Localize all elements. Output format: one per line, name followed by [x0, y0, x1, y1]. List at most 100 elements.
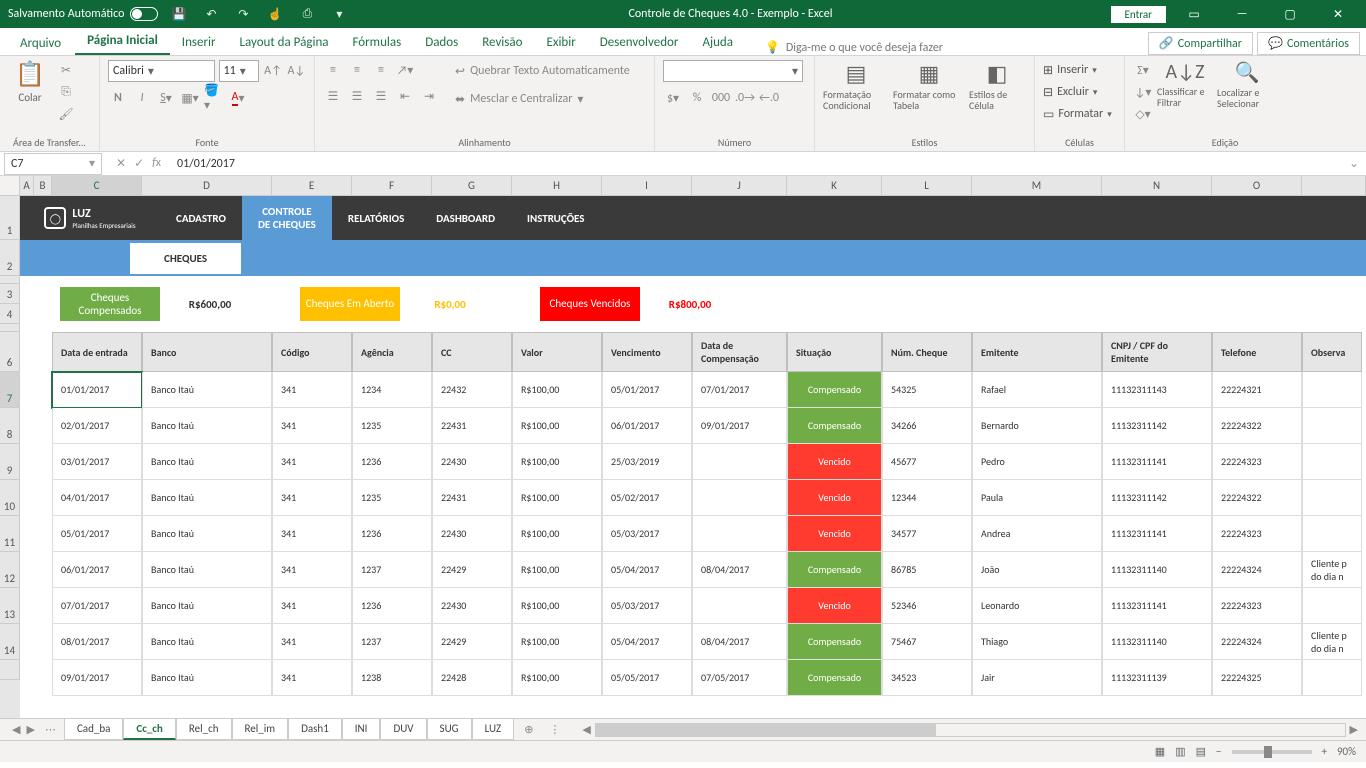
th-banco[interactable]: Banco: [142, 332, 272, 372]
row-header[interactable]: [0, 660, 20, 680]
italic-icon[interactable]: I: [132, 88, 152, 108]
cell-num[interactable]: 34577: [882, 516, 972, 552]
cell-obs[interactable]: [1302, 660, 1362, 696]
decrease-font-icon[interactable]: A↓: [287, 61, 306, 81]
cell-ag[interactable]: 1236: [352, 516, 432, 552]
nav-controle-cheques[interactable]: CONTROLE DE CHEQUES: [242, 196, 332, 240]
cell-sit[interactable]: Compensado: [787, 408, 882, 444]
cell-v[interactable]: R$100,00: [512, 516, 602, 552]
cell-cc[interactable]: 22429: [432, 624, 512, 660]
col-header[interactable]: [1302, 176, 1366, 195]
col-header[interactable]: F: [352, 176, 432, 195]
fx-icon[interactable]: fx: [152, 156, 161, 171]
cell-v[interactable]: R$100,00: [512, 588, 602, 624]
increase-font-icon[interactable]: A↑: [263, 61, 282, 81]
cell-d[interactable]: 04/01/2017: [52, 480, 142, 516]
tab-file[interactable]: Arquivo: [6, 32, 75, 55]
cell-cod[interactable]: 341: [272, 516, 352, 552]
cell-v[interactable]: R$100,00: [512, 624, 602, 660]
tab-data[interactable]: Dados: [413, 31, 470, 55]
cell-venc[interactable]: 05/03/2017: [602, 588, 692, 624]
cell-d[interactable]: 03/01/2017: [52, 444, 142, 480]
tab-help[interactable]: Ajuda: [690, 31, 745, 55]
col-header[interactable]: O: [1212, 176, 1302, 195]
cancel-icon[interactable]: ✕: [116, 156, 126, 171]
th-emitente[interactable]: Emitente: [972, 332, 1102, 372]
cell-venc[interactable]: 05/05/2017: [602, 660, 692, 696]
font-size-combo[interactable]: 11▾: [219, 60, 260, 82]
th-data-entrada[interactable]: Data de entrada: [52, 332, 142, 372]
cell-comp[interactable]: [692, 588, 787, 624]
cell-venc[interactable]: 25/03/2019: [602, 444, 692, 480]
zoom-slider[interactable]: [1232, 750, 1312, 754]
scroll-left-icon[interactable]: ◀: [578, 723, 594, 736]
cells-delete-button[interactable]: ⊟Excluir▾: [1043, 82, 1116, 102]
cell-tel[interactable]: 22224323: [1212, 444, 1302, 480]
horizontal-scrollbar[interactable]: ◀ ▶: [578, 723, 1362, 737]
cell-b[interactable]: Banco Itaú: [142, 624, 272, 660]
tab-review[interactable]: Revisão: [470, 31, 534, 55]
nav-cadastro[interactable]: CADASTRO: [160, 196, 242, 240]
cell-sit[interactable]: Compensado: [787, 372, 882, 408]
cell-comp[interactable]: 07/01/2017: [692, 372, 787, 408]
cell-sit[interactable]: Compensado: [787, 552, 882, 588]
sheet-tab[interactable]: Cc_ch: [123, 719, 175, 740]
cell-cod[interactable]: 341: [272, 624, 352, 660]
cell-em[interactable]: Bernardo: [972, 408, 1102, 444]
cell-venc[interactable]: 05/04/2017: [602, 552, 692, 588]
col-header[interactable]: E: [272, 176, 352, 195]
col-header[interactable]: N: [1102, 176, 1212, 195]
row-header[interactable]: 13: [0, 588, 20, 624]
col-header[interactable]: M: [972, 176, 1102, 195]
view-layout-icon[interactable]: ▥: [1175, 745, 1185, 758]
cell-cpf[interactable]: 11132311143: [1102, 372, 1212, 408]
cell-cc[interactable]: 22428: [432, 660, 512, 696]
tab-layout[interactable]: Layout da Página: [228, 31, 341, 55]
cell-comp[interactable]: 08/04/2017: [692, 624, 787, 660]
cell-num[interactable]: 54325: [882, 372, 972, 408]
tell-me-search[interactable]: 💡 Diga-me o que você deseja fazer: [765, 40, 943, 55]
col-header[interactable]: A: [20, 176, 34, 195]
paste-button[interactable]: 📋 Colar: [8, 60, 52, 104]
expand-formula-bar-icon[interactable]: ⌄: [1342, 156, 1366, 171]
cell-ag[interactable]: 1236: [352, 588, 432, 624]
cell-cpf[interactable]: 11132311142: [1102, 408, 1212, 444]
cell-num[interactable]: 86785: [882, 552, 972, 588]
clear-icon[interactable]: ◇▾: [1133, 104, 1153, 124]
cells-insert-button[interactable]: ⊞Inserir▾: [1043, 60, 1116, 80]
cell-v[interactable]: R$100,00: [512, 372, 602, 408]
cell-ag[interactable]: 1235: [352, 408, 432, 444]
cell-sit[interactable]: Vencido: [787, 588, 882, 624]
save-icon[interactable]: 💾: [168, 3, 190, 25]
sheet-tab[interactable]: DUV: [380, 719, 426, 740]
cell-tel[interactable]: 22224323: [1212, 588, 1302, 624]
col-header[interactable]: B: [34, 176, 52, 195]
row-header[interactable]: 14: [0, 624, 20, 660]
tab-cheques[interactable]: CHEQUES: [130, 243, 241, 274]
nav-dashboard[interactable]: DASHBOARD: [420, 196, 511, 240]
sheet-nav-prev-icon[interactable]: ◀: [12, 723, 20, 736]
cell-sit[interactable]: Vencido: [787, 444, 882, 480]
sheet-nav-more-icon[interactable]: ⋯: [45, 723, 56, 736]
format-painter-icon[interactable]: 🖌: [56, 104, 76, 124]
row-header[interactable]: 2: [0, 240, 20, 276]
cell-cod[interactable]: 341: [272, 660, 352, 696]
row-header[interactable]: 4: [0, 304, 20, 324]
cell-num[interactable]: 75467: [882, 624, 972, 660]
orientation-icon[interactable]: ↗▾: [395, 60, 415, 80]
cell-cod[interactable]: 341: [272, 480, 352, 516]
cell-em[interactable]: Leonardo: [972, 588, 1102, 624]
cell-b[interactable]: Banco Itaú: [142, 444, 272, 480]
fill-color-icon[interactable]: 🪣▾: [204, 88, 224, 108]
row-header[interactable]: [0, 324, 20, 332]
undo-icon[interactable]: ↶: [200, 3, 222, 25]
formula-input[interactable]: 01/01/2017: [171, 155, 1342, 173]
conditional-formatting-button[interactable]: ▤Formatação Condicional: [823, 60, 889, 111]
th-cc[interactable]: CC: [432, 332, 512, 372]
cell-cc[interactable]: 22430: [432, 588, 512, 624]
currency-icon[interactable]: $▾: [663, 88, 683, 108]
scroll-right-icon[interactable]: ▶: [1346, 723, 1362, 736]
cell-num[interactable]: 34266: [882, 408, 972, 444]
cell-em[interactable]: João: [972, 552, 1102, 588]
nav-relatorios[interactable]: RELATÓRIOS: [332, 196, 420, 240]
